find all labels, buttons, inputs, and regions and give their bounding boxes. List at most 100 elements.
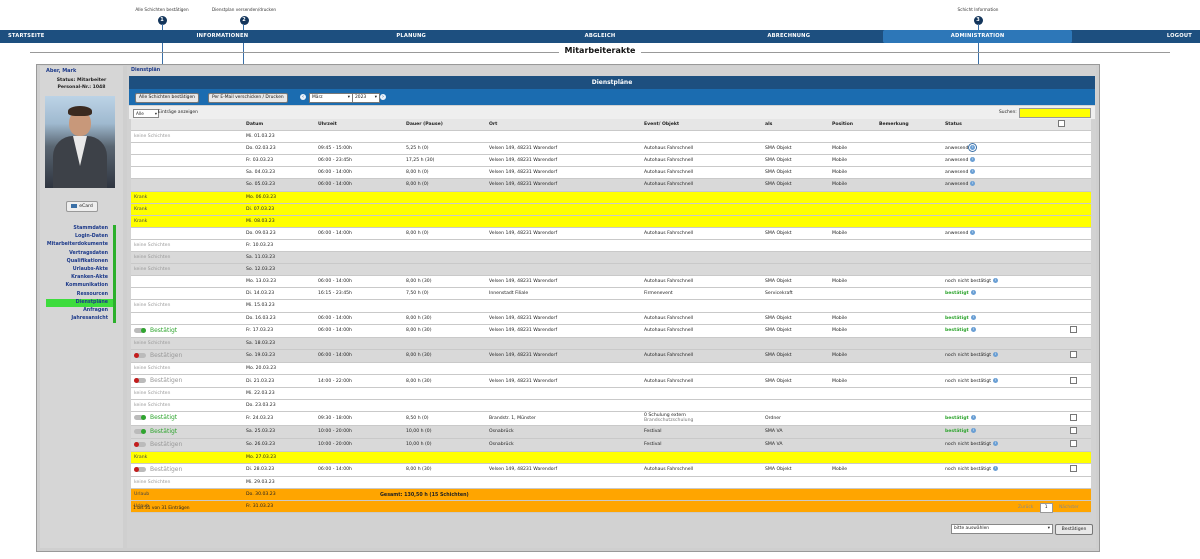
col-header-status[interactable]: Status: [942, 119, 1055, 132]
row-type: Krank: [131, 451, 243, 464]
row-checkbox[interactable]: [1069, 326, 1077, 334]
cell-role: [762, 130, 829, 144]
cell-event: Autohaus Fahrschnell: [641, 374, 762, 389]
chevron-down-icon: ▾: [1047, 526, 1050, 531]
pager-prev[interactable]: Zurück: [1018, 505, 1033, 510]
toggle-off[interactable]: [134, 441, 146, 447]
row-checkbox[interactable]: [1069, 440, 1077, 448]
toggle-on[interactable]: [134, 415, 146, 421]
col-header-ort[interactable]: Ort: [486, 119, 641, 132]
info-icon[interactable]: i: [993, 441, 999, 447]
cell-event: Festival: [641, 425, 762, 439]
toggle-on[interactable]: [134, 428, 146, 434]
info-icon[interactable]: i: [970, 290, 976, 296]
cell-select: [1055, 251, 1091, 265]
info-icon[interactable]: i: [993, 466, 999, 472]
cell-position: [829, 203, 876, 216]
cell-location: Velsen 149, 48231 Warendorf: [486, 275, 641, 289]
breadcrumb[interactable]: Dienstplän: [131, 68, 160, 73]
menu-qualifikationen[interactable]: Qualifikationen: [46, 257, 116, 266]
cell-select: [1055, 312, 1091, 325]
menu-anfragen[interactable]: Anfragen: [46, 306, 116, 316]
employee-menu: Stammdaten Login-Daten Mitarbeiterdokume…: [46, 225, 116, 324]
cell-duration: [403, 451, 486, 464]
menu-dienstplaene[interactable]: Dienstpläne: [46, 298, 116, 307]
cell-time: 06:00 - 14:00h: [315, 275, 403, 289]
info-icon[interactable]: i: [970, 181, 976, 187]
cell-time: [315, 215, 403, 228]
toggle-off[interactable]: [134, 352, 146, 358]
info-icon[interactable]: i: [970, 157, 976, 163]
menu-kranken-akte[interactable]: Kranken-Akte: [46, 274, 116, 283]
info-icon[interactable]: i: [993, 278, 999, 284]
menu-ressourcen[interactable]: Ressourcen: [46, 290, 116, 299]
menu-login-daten[interactable]: Login-Daten: [46, 233, 116, 242]
row-checkbox[interactable]: [1069, 427, 1077, 435]
col-header-als[interactable]: als: [762, 119, 829, 132]
row-type: keine Schichten: [131, 251, 243, 265]
row-checkbox[interactable]: [1069, 351, 1077, 359]
cell-event: Firmenevent: [641, 287, 762, 301]
menu-urlaubs-akte[interactable]: Urlaubs-Akte: [46, 265, 116, 275]
bulk-action-select[interactable]: bitte auswählen ▾: [951, 524, 1053, 534]
info-icon[interactable]: i: [993, 377, 999, 383]
pager-page[interactable]: 1: [1039, 503, 1053, 513]
nav-administration[interactable]: ADMINISTRATION: [883, 30, 1072, 43]
nav-abrechnung[interactable]: ABRECHNUNG: [694, 30, 883, 43]
menu-mitarbeiterdokumente[interactable]: Mitarbeiterdokumente: [46, 241, 116, 250]
length-select[interactable]: Alle ▾: [133, 109, 159, 118]
toggle-on[interactable]: [134, 327, 146, 333]
cell-date: So. 05.03.23: [243, 178, 315, 192]
nav-informationen[interactable]: INFORMATIONEN: [128, 30, 317, 43]
select-all-header[interactable]: [1055, 119, 1091, 132]
cell-select: [1055, 178, 1091, 192]
col-header-uhrzeit[interactable]: Uhrzeit: [315, 119, 403, 132]
toggle-off[interactable]: [134, 378, 146, 384]
info-icon[interactable]: i: [970, 145, 976, 151]
employee-name[interactable]: Aber, Mark: [46, 68, 76, 74]
col-header-bemerkung[interactable]: Bemerkung: [876, 119, 942, 132]
cell-location: Velsen 149, 48231 Warendorf: [486, 154, 641, 168]
nav-planung[interactable]: PLANUNG: [317, 30, 506, 43]
cell-role: SMA Objekt: [762, 275, 829, 289]
info-icon[interactable]: i: [970, 169, 976, 175]
cell-location: [486, 263, 641, 277]
nav-startseite[interactable]: STARTSEITE: [0, 30, 128, 43]
cell-role: [762, 362, 829, 376]
menu-jahresansicht[interactable]: Jahresansicht: [46, 315, 116, 324]
menu-stammdaten[interactable]: Stammdaten: [46, 225, 116, 234]
cell-position: [829, 337, 876, 350]
menu-kommunikation[interactable]: Kommunikation: [46, 282, 116, 291]
info-icon[interactable]: i: [970, 229, 976, 235]
info-icon[interactable]: i: [993, 352, 999, 358]
prev-month-icon[interactable]: ‹: [300, 94, 306, 100]
cell-position: Mobile: [829, 349, 876, 363]
year-select[interactable]: 2023 ▾: [352, 93, 380, 103]
search-input[interactable]: [1019, 108, 1091, 118]
row-checkbox[interactable]: [1069, 465, 1077, 473]
info-icon[interactable]: i: [970, 327, 976, 333]
info-icon[interactable]: i: [970, 428, 976, 434]
nav-abgleich[interactable]: ABGLEICH: [506, 30, 695, 43]
month-select[interactable]: März ▾: [309, 93, 353, 103]
cell-status: [942, 362, 1055, 376]
row-checkbox[interactable]: [1069, 376, 1077, 384]
nav-logout[interactable]: LOGOUT: [1072, 30, 1200, 43]
confirm-all-button[interactable]: Alle Schichten bestätigen: [135, 93, 199, 103]
col-header-dauer[interactable]: Dauer (Pause): [403, 119, 486, 132]
next-month-icon[interactable]: ›: [380, 94, 386, 100]
confirm-button[interactable]: Bestätigen: [1055, 524, 1093, 535]
toggle-off[interactable]: [134, 466, 146, 472]
select-all-checkbox[interactable]: [1058, 120, 1065, 127]
info-icon[interactable]: i: [970, 314, 976, 320]
email-print-button[interactable]: Per E-Mail verschicken / Drucken: [208, 93, 288, 103]
pager-next[interactable]: Nächster: [1059, 505, 1079, 510]
menu-vertragsdaten[interactable]: Vertragsdaten: [46, 249, 116, 258]
col-header-event[interactable]: Event/ Objekt: [641, 119, 762, 132]
cell-event: [641, 215, 762, 228]
col-header-datum[interactable]: Datum: [243, 119, 315, 132]
info-icon[interactable]: i: [970, 414, 976, 420]
ecard-button[interactable]: eCard: [66, 201, 98, 212]
col-header-position[interactable]: Position: [829, 119, 876, 132]
row-checkbox[interactable]: [1069, 413, 1077, 421]
